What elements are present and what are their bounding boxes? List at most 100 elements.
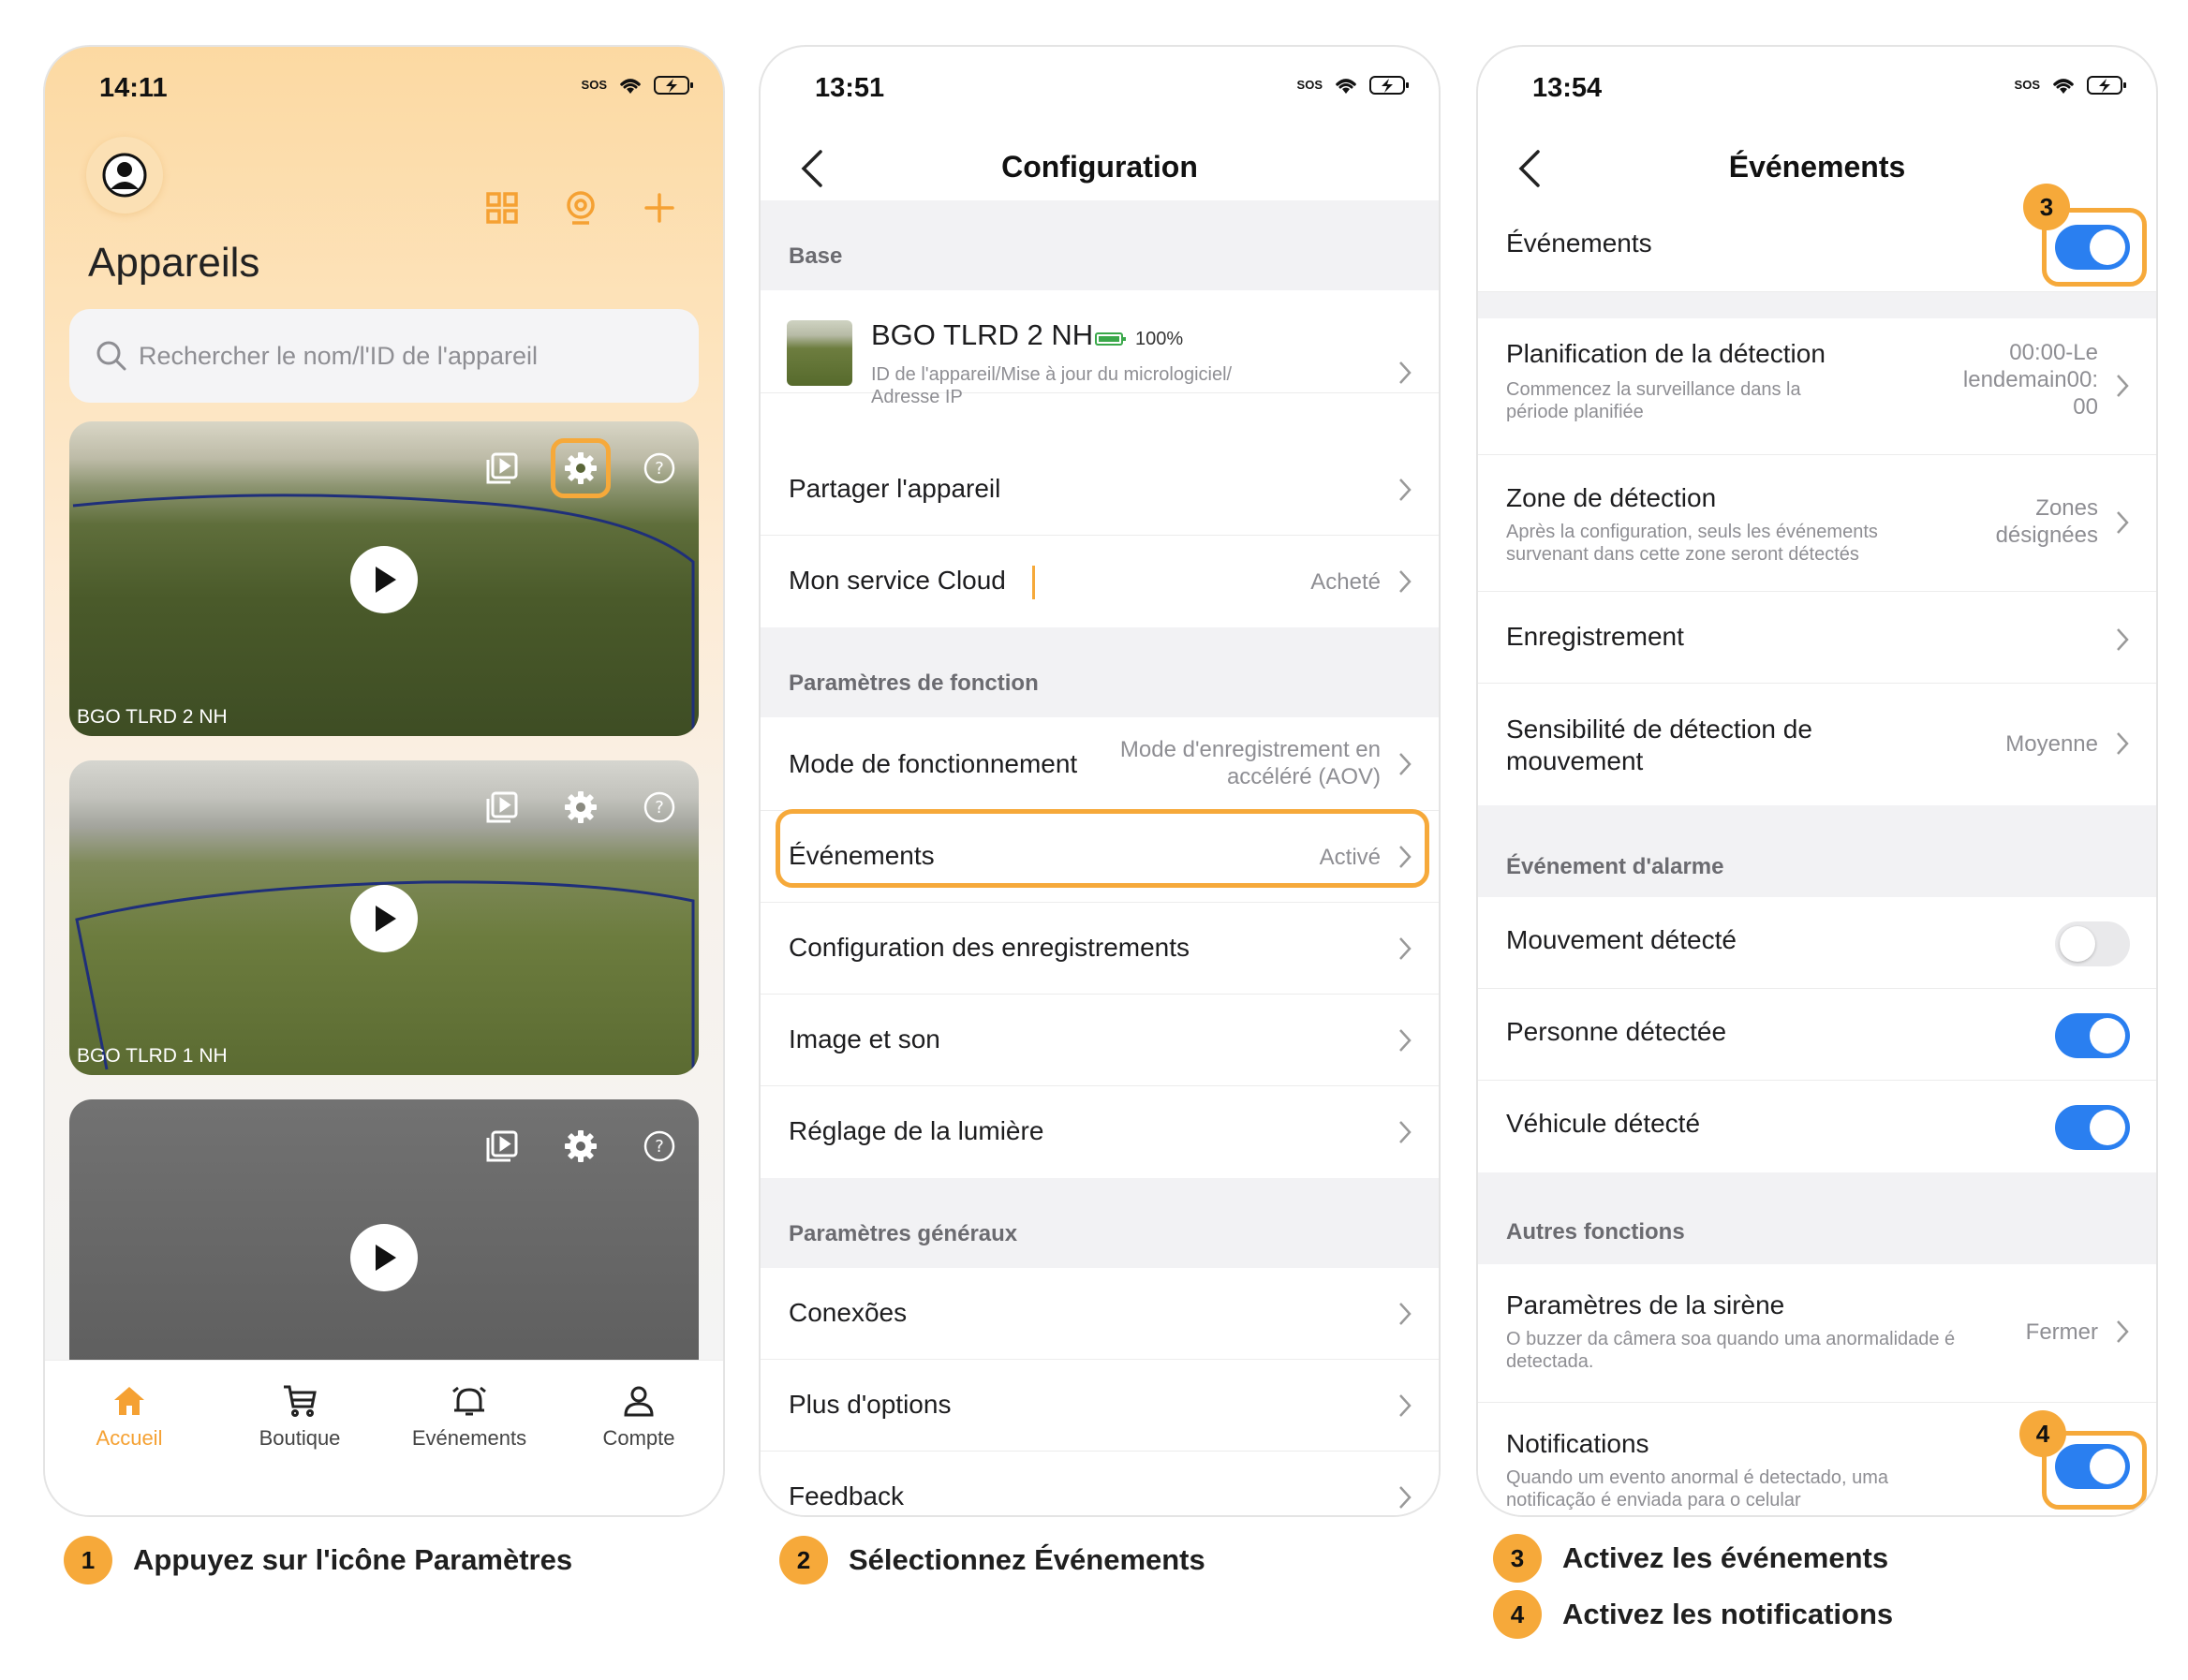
- step-caption-1: 1 Appuyez sur l'icône Paramètres: [64, 1536, 572, 1584]
- tab-label: Accueil: [96, 1426, 163, 1450]
- detection-zone-row[interactable]: Zone de détection Après la configuration…: [1478, 455, 2156, 592]
- sos-indicator: SOS: [581, 78, 607, 92]
- recording-row[interactable]: Enregistrement: [1478, 592, 2156, 684]
- detection-schedule-row[interactable]: Planification de la détection Commencez …: [1478, 318, 2156, 455]
- chevron-right-icon: [1399, 479, 1412, 501]
- row-description: Après la configuration, seuls les événem…: [1506, 522, 1878, 565]
- playback-icon: [486, 791, 518, 823]
- playback-icon: [486, 1130, 518, 1162]
- camera-card[interactable]: ?: [69, 1099, 699, 1362]
- row-description: O buzzer da câmera soa quando uma anorma…: [1506, 1329, 1956, 1372]
- phone-screen-devices: 14:11 SOS Appareils Rechercher le nom/l'…: [43, 45, 725, 1517]
- siren-settings-row[interactable]: Paramètres de la sirène O buzzer da câme…: [1478, 1264, 2156, 1403]
- tab-account[interactable]: Compte: [554, 1379, 723, 1451]
- user-avatar-icon: [102, 153, 147, 198]
- vehicle-detected-row: Véhicule détecté: [1478, 1081, 2156, 1172]
- row-label: Événements: [1506, 228, 1652, 258]
- step-number: 3: [1493, 1534, 1542, 1583]
- step-caption-2: 2 Sélectionnez Événements: [779, 1536, 1205, 1584]
- row-label: Planification de la détection: [1506, 339, 1826, 368]
- recording-config-row[interactable]: Configuration des enregistrements: [761, 903, 1439, 995]
- svg-text:?: ?: [655, 1137, 664, 1157]
- row-label: Mon service Cloud: [789, 566, 1006, 595]
- device-name: BGO TLRD 2 NH: [871, 318, 1094, 351]
- device-info-row[interactable]: BGO TLRD 2 NH 100% ID de l'appareil/Mise…: [761, 290, 1439, 407]
- tab-label: Evénements: [411, 1426, 527, 1450]
- chevron-right-icon: [2117, 511, 2129, 534]
- gear-icon: [565, 1130, 597, 1162]
- camera-scan-button[interactable]: [560, 187, 601, 228]
- camera-name: BGO TLRD 2 NH: [77, 706, 228, 728]
- chevron-right-icon: [1399, 1303, 1412, 1325]
- search-input[interactable]: Rechercher le nom/l'ID de l'appareil: [69, 309, 699, 403]
- help-button[interactable]: ?: [629, 1116, 689, 1176]
- feedback-row[interactable]: Feedback: [761, 1452, 1439, 1515]
- status-time: 14:11: [99, 73, 168, 103]
- chevron-right-icon: [2117, 375, 2129, 397]
- play-icon: [376, 567, 396, 593]
- battery-full-icon: [1095, 332, 1126, 346]
- svg-text:?: ?: [655, 459, 664, 479]
- help-button[interactable]: ?: [629, 438, 689, 498]
- help-icon: ?: [643, 452, 675, 484]
- status-bar: 13:51 SOS: [761, 47, 1439, 131]
- more-options-row[interactable]: Plus d'options: [761, 1360, 1439, 1452]
- tab-shop[interactable]: Boutique: [215, 1379, 384, 1451]
- camera-settings-button[interactable]: [551, 438, 611, 498]
- playback-button[interactable]: [472, 777, 532, 837]
- help-button[interactable]: ?: [629, 777, 689, 837]
- camera-card[interactable]: ? BGO TLRD 2 NH: [69, 421, 699, 736]
- vehicle-detected-toggle[interactable]: [2055, 1105, 2130, 1150]
- gear-icon: [565, 791, 597, 823]
- camera-card[interactable]: ? BGO TLRD 1 NH: [69, 760, 699, 1075]
- play-button[interactable]: [350, 1224, 418, 1291]
- chevron-right-icon: [1399, 753, 1412, 775]
- row-value: Acheté: [1310, 569, 1381, 595]
- help-icon: ?: [643, 1130, 675, 1162]
- light-settings-row[interactable]: Réglage de la lumière: [761, 1086, 1439, 1178]
- motion-detected-row: Mouvement détecté: [1478, 897, 2156, 989]
- camera-settings-button[interactable]: [551, 1116, 611, 1176]
- step-number: 2: [779, 1536, 828, 1584]
- section-spacer: [1478, 292, 2156, 318]
- section-header-alarm: Événement d'alarme: [1478, 805, 2156, 897]
- bottom-tab-bar: Accueil Boutique Evénements Compte: [45, 1360, 723, 1515]
- person-detected-toggle[interactable]: [2055, 1013, 2130, 1058]
- gear-icon: [565, 452, 597, 484]
- cloud-service-row[interactable]: Mon service Cloud Acheté: [761, 536, 1439, 627]
- plus-icon: [644, 193, 674, 223]
- grid-view-button[interactable]: [481, 187, 523, 228]
- row-value: Mode d'enregistrement en accéléré (AOV): [1119, 737, 1381, 789]
- row-label: Personne détectée: [1506, 1017, 1727, 1046]
- playback-button[interactable]: [472, 438, 532, 498]
- motion-detected-toggle[interactable]: [2055, 921, 2130, 966]
- tab-label: Compte: [602, 1426, 675, 1450]
- row-label: Mode de fonctionnement: [789, 749, 1078, 778]
- row-description: Quando um evento anormal é detectado, um…: [1506, 1467, 1889, 1511]
- tab-events[interactable]: Evénements: [385, 1379, 554, 1451]
- camera-settings-button[interactable]: [551, 777, 611, 837]
- step-number: 1: [64, 1536, 112, 1584]
- row-label: Enregistrement: [1506, 622, 1684, 651]
- step-marker-3: 3: [2023, 184, 2070, 230]
- row-label: Configuration des enregistrements: [789, 933, 1190, 962]
- battery-charging-icon: [1369, 76, 1409, 95]
- account-avatar-button[interactable]: [86, 137, 163, 214]
- row-value: Zones désignées: [1995, 495, 2098, 548]
- play-button[interactable]: [350, 546, 418, 613]
- row-label: Plus d'options: [789, 1390, 952, 1419]
- operating-mode-row[interactable]: Mode de fonctionnement Mode d'enregistre…: [761, 717, 1439, 811]
- person-icon: [624, 1386, 654, 1417]
- chevron-right-icon: [1399, 570, 1412, 593]
- share-device-row[interactable]: Partager l'appareil: [761, 444, 1439, 536]
- image-sound-row[interactable]: Image et son: [761, 995, 1439, 1086]
- playback-button[interactable]: [472, 1116, 532, 1176]
- connections-row[interactable]: Conexões: [761, 1268, 1439, 1360]
- play-button[interactable]: [350, 885, 418, 952]
- tab-home[interactable]: Accueil: [45, 1379, 214, 1451]
- search-icon: [96, 341, 126, 371]
- add-device-button[interactable]: [639, 187, 680, 228]
- playback-icon: [486, 452, 518, 484]
- row-label: Véhicule détecté: [1506, 1109, 1701, 1138]
- motion-sensitivity-row[interactable]: Sensibilité de détection de mouvement Mo…: [1478, 684, 2156, 805]
